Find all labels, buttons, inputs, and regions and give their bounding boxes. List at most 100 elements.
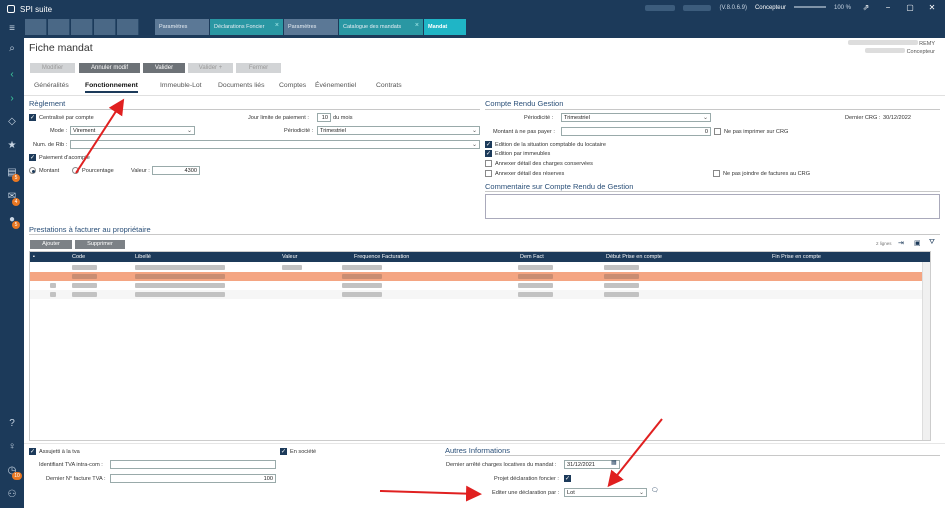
- crg-periodicite-label: Périodicité :: [524, 115, 554, 121]
- editer-declaration-label: Editer une déclaration par :: [492, 490, 560, 496]
- tab-declarations-foncier[interactable]: Déclarations Foncier ×: [210, 19, 283, 35]
- col-dem-fact[interactable]: Dem Fact: [520, 254, 544, 260]
- valider-plus-button[interactable]: Valider +: [188, 63, 233, 73]
- ajouter-button[interactable]: Ajouter: [30, 240, 72, 249]
- col-code[interactable]: Code: [72, 254, 85, 260]
- paiement-acompte-checkbox[interactable]: ✓: [29, 154, 36, 161]
- check-icon[interactable]: [94, 19, 116, 35]
- tab-documents-lies[interactable]: Documents liés: [218, 82, 264, 89]
- scrollbar[interactable]: [922, 262, 930, 440]
- valeur-input[interactable]: 4300: [152, 166, 200, 175]
- editer-declaration-select[interactable]: Lot ⌄: [564, 488, 647, 497]
- tab-parametres[interactable]: Paramètres: [155, 19, 209, 35]
- col-valeur[interactable]: Valeur: [282, 254, 298, 260]
- tab-immeuble-lot[interactable]: Immeuble-Lot: [160, 82, 202, 89]
- ne-pas-joindre-checkbox[interactable]: [713, 170, 720, 177]
- select-all-checkbox[interactable]: ▪: [33, 254, 35, 260]
- lightbulb-icon[interactable]: ♀: [6, 441, 18, 453]
- help-icon[interactable]: ?: [6, 418, 18, 430]
- projet-declaration-checkbox[interactable]: ✓: [564, 475, 571, 482]
- ne-pas-imprimer-checkbox[interactable]: [714, 128, 721, 135]
- dernier-crg-value: 30/12/2022: [883, 115, 911, 121]
- tab-generalites[interactable]: Généralités: [34, 82, 69, 89]
- tab-comptes[interactable]: Comptes: [279, 82, 306, 89]
- tab-evenementiel[interactable]: Événementiel: [315, 82, 356, 89]
- montant-ne-pas-payer-input[interactable]: 0: [561, 127, 711, 136]
- jour-limite-input[interactable]: 10: [317, 113, 331, 122]
- close-tab-icon[interactable]: ×: [275, 22, 279, 29]
- prestations-grid: ▪ Code Libellé Valeur Frequence Facturat…: [29, 251, 931, 441]
- commentaire-crg-textarea[interactable]: [485, 194, 940, 219]
- maximize-button[interactable]: ▢: [903, 3, 917, 12]
- table-row[interactable]: [30, 263, 930, 272]
- pin-icon[interactable]: ⇗: [859, 3, 873, 12]
- dernier-facture-input[interactable]: 100: [110, 474, 276, 483]
- annexer-charges-checkbox[interactable]: [485, 160, 492, 167]
- ne-pas-imprimer-label: Ne pas imprimer sur CRG: [724, 129, 789, 135]
- crg-periodicite-select[interactable]: Trimestriel ⌄: [561, 113, 711, 122]
- modifier-button[interactable]: Modifier: [30, 63, 75, 73]
- dernier-crg-label: Dernier CRG :: [845, 115, 881, 121]
- col-fin[interactable]: Fin Prise en compte: [772, 254, 821, 260]
- edition-immeubles-label: Edition par immeubles: [495, 151, 551, 157]
- ne-pas-joindre-label: Ne pas joindre de factures au CRG: [723, 171, 811, 177]
- montant-radio[interactable]: [29, 167, 36, 174]
- calendar-icon[interactable]: [71, 19, 93, 35]
- close-tab-icon[interactable]: ×: [415, 22, 419, 29]
- valider-button[interactable]: Valider: [143, 63, 185, 73]
- col-frequence[interactable]: Frequence Facturation: [354, 254, 409, 260]
- mode-label: Mode :: [50, 128, 68, 134]
- tab-fonctionnement[interactable]: Fonctionnement: [85, 82, 138, 93]
- search-icon[interactable]: ⌕: [6, 43, 18, 55]
- fermer-button[interactable]: Fermer: [236, 63, 281, 73]
- centralise-label: Centralisé par compte: [39, 115, 94, 121]
- supprimer-button[interactable]: Supprimer: [75, 240, 125, 249]
- edition-situation-checkbox[interactable]: ✓: [485, 141, 492, 148]
- minimize-button[interactable]: −: [881, 3, 895, 12]
- periodicite-select[interactable]: Trimestriel ⌄: [317, 126, 480, 135]
- user-info: REMY Concepteur: [847, 40, 935, 56]
- divider: [485, 109, 940, 110]
- montant-ne-pas-payer-label: Montant à ne pas payer :: [493, 129, 555, 135]
- app-logo-icon: [7, 5, 15, 13]
- mail-tab-icon[interactable]: [48, 19, 70, 35]
- annexer-reserves-checkbox[interactable]: [485, 170, 492, 177]
- centralise-checkbox[interactable]: ✓: [29, 114, 36, 121]
- tva-intracom-input[interactable]: [110, 460, 276, 469]
- assujetti-tva-label: Assujetti à la tva: [39, 449, 80, 455]
- annuler-modif-button[interactable]: Annuler modif: [79, 63, 140, 73]
- star-icon[interactable]: ★: [6, 140, 18, 152]
- tab-mandat[interactable]: Mandat: [424, 19, 466, 35]
- layout-icon[interactable]: ▣: [914, 239, 921, 247]
- diamond-icon[interactable]: ◇: [6, 116, 18, 128]
- bell-icon[interactable]: [117, 19, 139, 35]
- tab-parametres-2[interactable]: Paramètres: [284, 19, 338, 35]
- table-row[interactable]: [30, 290, 930, 299]
- filter-icon[interactable]: ⛛: [929, 239, 935, 247]
- calendar-icon[interactable]: ▦: [611, 459, 617, 466]
- table-row[interactable]: [30, 272, 930, 281]
- export-icon[interactable]: ⇥: [898, 239, 904, 247]
- forward-icon[interactable]: ›: [6, 93, 18, 105]
- tab-contrats[interactable]: Contrats: [376, 82, 402, 89]
- comment-icon[interactable]: 🗨: [651, 487, 659, 494]
- assujetti-tva-checkbox[interactable]: ✓: [29, 448, 36, 455]
- tab-catalogue-mandats[interactable]: Catalogue des mandats ×: [339, 19, 423, 35]
- rib-select[interactable]: ⌄: [70, 140, 480, 149]
- home-icon[interactable]: [25, 19, 47, 35]
- jour-limite-label: Jour limite de paiement :: [248, 115, 309, 121]
- pourcentage-radio[interactable]: [72, 167, 79, 174]
- zoom-slider[interactable]: [793, 5, 826, 8]
- user-icon[interactable]: ⚇: [6, 489, 18, 501]
- back-icon[interactable]: ‹: [6, 69, 18, 81]
- chevron-down-icon: ⌄: [471, 128, 477, 134]
- en-societe-checkbox[interactable]: ✓: [280, 448, 287, 455]
- mode-select[interactable]: Virement ⌄: [70, 126, 195, 135]
- close-button[interactable]: ✕: [925, 3, 939, 12]
- sidebar: ≡ ⌕ ‹ › ◇ ★ ▤ 5 ✉ 4 ● 5 ? ♀ ◷ 10 ⚇: [0, 19, 24, 508]
- col-debut[interactable]: Début Prise en compte: [606, 254, 662, 260]
- col-libelle[interactable]: Libellé: [135, 254, 151, 260]
- table-row[interactable]: [30, 281, 930, 290]
- edition-immeubles-checkbox[interactable]: ✓: [485, 150, 492, 157]
- menu-icon[interactable]: ≡: [6, 23, 18, 35]
